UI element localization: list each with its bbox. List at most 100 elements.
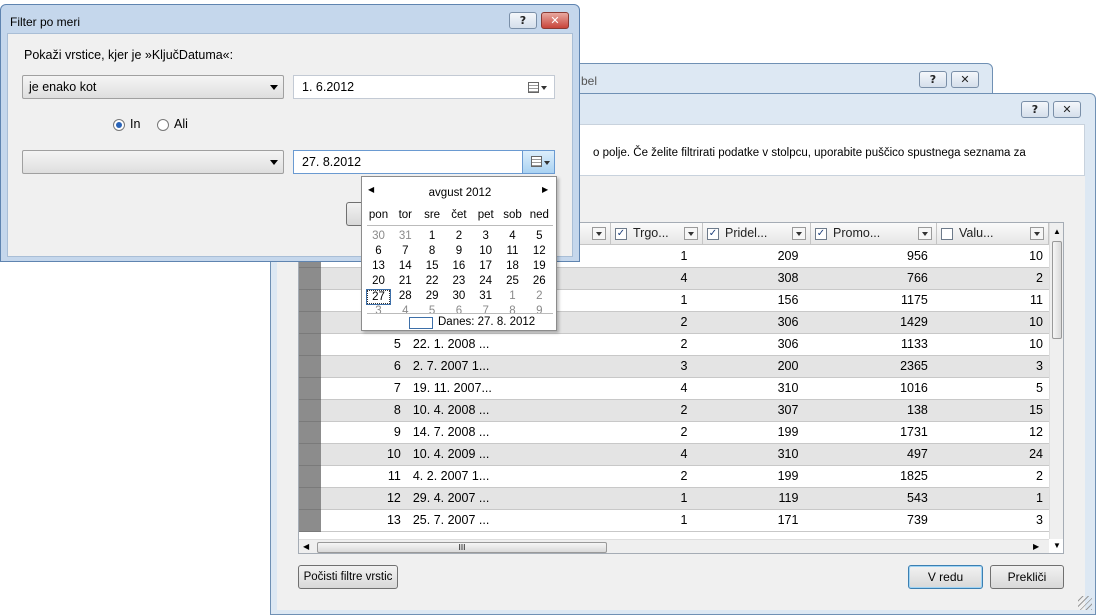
calendar-day[interactable]: 8: [419, 245, 446, 257]
column-pridelek-filter-arrow[interactable]: [792, 227, 806, 240]
background-close-button[interactable]: ✕: [951, 71, 979, 88]
table-row[interactable]: 5 22. 1. 2008 ... 2 306 1133 10: [299, 333, 1049, 356]
reset-filters-button[interactable]: Počisti filtre vrstic: [298, 565, 398, 589]
table-row[interactable]: 7 19. 11. 2007... 4 310 1016 5: [299, 377, 1049, 400]
calendar-day[interactable]: 7: [392, 245, 419, 257]
calendar-day[interactable]: 1: [419, 230, 446, 242]
column-trgovina-filter-arrow[interactable]: [684, 227, 698, 240]
horizontal-scroll-thumb[interactable]: III: [317, 542, 607, 553]
today-label[interactable]: Danes: 27. 8. 2012: [438, 316, 535, 328]
calendar-day[interactable]: 11: [499, 245, 526, 257]
background-help-button[interactable]: ?: [919, 71, 947, 88]
column-trgovina-checkbox[interactable]: ✓: [615, 228, 627, 240]
cancel-button[interactable]: Prekliči: [990, 565, 1064, 589]
calendar-day[interactable]: 23: [445, 275, 472, 287]
calendar-day[interactable]: 18: [499, 260, 526, 272]
calendar-day[interactable]: 28: [392, 290, 419, 302]
calendar-day[interactable]: 14: [392, 260, 419, 272]
table-row[interactable]: 13 25. 7. 2007 ... 1 171 739 3: [299, 509, 1049, 532]
column-promocija-checkbox[interactable]: ✓: [815, 228, 827, 240]
calendar-day[interactable]: 1: [499, 290, 526, 302]
row-header[interactable]: [299, 355, 321, 378]
table-row[interactable]: 8 10. 4. 2008 ... 2 307 138 15: [299, 399, 1049, 422]
calendar-day[interactable]: 3: [365, 305, 392, 317]
calendar-day[interactable]: 9: [445, 245, 472, 257]
calendar-day[interactable]: 26: [526, 275, 553, 287]
column-promocija-filter-arrow[interactable]: [918, 227, 932, 240]
row-header[interactable]: [299, 487, 321, 510]
table-row[interactable]: 9 14. 7. 2008 ... 2 199 1731 12: [299, 421, 1049, 444]
calendar-day[interactable]: 22: [419, 275, 446, 287]
calendar-dropdown-icon[interactable]: [528, 81, 548, 94]
horizontal-scrollbar[interactable]: ◀ III ▶: [299, 539, 1049, 553]
row-header[interactable]: [299, 267, 321, 290]
radio-and[interactable]: [113, 119, 125, 131]
calendar-day[interactable]: 20: [365, 275, 392, 287]
calendar-day[interactable]: 2: [445, 230, 472, 242]
row-header[interactable]: [299, 311, 321, 334]
column-header-pridelek[interactable]: ✓ Pridel...: [703, 223, 811, 245]
column-header-valuta[interactable]: Valu...: [937, 223, 1049, 245]
operator1-select[interactable]: je enako kot: [22, 75, 284, 99]
today-swatch[interactable]: [409, 317, 433, 329]
calendar-day[interactable]: 17: [472, 260, 499, 272]
radio-or-label[interactable]: Ali: [174, 117, 188, 131]
operator2-select[interactable]: [22, 150, 284, 174]
calendar-day[interactable]: 30: [445, 290, 472, 302]
calendar-day[interactable]: 15: [419, 260, 446, 272]
calendar-day[interactable]: 12: [526, 245, 553, 257]
scroll-left-arrow[interactable]: ◀: [303, 542, 309, 551]
calendar-day[interactable]: 4: [499, 230, 526, 242]
calendar-day[interactable]: 16: [445, 260, 472, 272]
row-header[interactable]: [299, 333, 321, 356]
calendar-day[interactable]: 29: [419, 290, 446, 302]
row-header[interactable]: [299, 509, 321, 532]
resize-grip[interactable]: [1078, 596, 1092, 610]
calendar-day[interactable]: 25: [499, 275, 526, 287]
calendar-day[interactable]: 30: [365, 230, 392, 242]
row-header[interactable]: [299, 377, 321, 400]
calendar-day[interactable]: 19: [526, 260, 553, 272]
table-row[interactable]: 12 29. 4. 2007 ... 1 119 543 1: [299, 487, 1049, 510]
filter-close-button[interactable]: ✕: [541, 12, 569, 29]
main-close-button[interactable]: ✕: [1053, 101, 1081, 118]
ok-button[interactable]: V redu: [908, 565, 983, 589]
radio-or[interactable]: [157, 119, 169, 131]
radio-and-label[interactable]: In: [130, 117, 140, 131]
column-a-filter-arrow[interactable]: [592, 227, 606, 240]
date1-picker[interactable]: 1. 6.2012: [293, 75, 555, 99]
vertical-scroll-thumb[interactable]: [1052, 241, 1062, 339]
row-header[interactable]: [299, 443, 321, 466]
calendar-dropdown-icon-active[interactable]: [522, 151, 554, 173]
vertical-scrollbar[interactable]: ▲ ▼: [1049, 223, 1063, 550]
row-header[interactable]: [299, 289, 321, 312]
scroll-right-arrow[interactable]: ▶: [1033, 542, 1039, 551]
column-header-trgovina[interactable]: ✓ Trgo...: [611, 223, 703, 245]
calendar-day[interactable]: 4: [392, 305, 419, 317]
calendar-day[interactable]: 31: [392, 230, 419, 242]
main-help-button[interactable]: ?: [1021, 101, 1049, 118]
row-header[interactable]: [299, 421, 321, 444]
calendar-day[interactable]: 31: [472, 290, 499, 302]
date2-picker[interactable]: 27. 8.2012: [293, 150, 555, 174]
calendar-day[interactable]: 21: [392, 275, 419, 287]
calendar-month-title[interactable]: avgust 2012: [362, 187, 558, 199]
column-valuta-filter-arrow[interactable]: [1030, 227, 1044, 240]
filter-help-button[interactable]: ?: [509, 12, 537, 29]
calendar-day[interactable]: 2: [526, 290, 553, 302]
calendar-day[interactable]: 3: [472, 230, 499, 242]
table-row[interactable]: 10 10. 4. 2009 ... 4 310 497 24: [299, 443, 1049, 466]
table-row[interactable]: 11 4. 2. 2007 1... 2 199 1825 2: [299, 465, 1049, 488]
column-valuta-checkbox[interactable]: [941, 228, 953, 240]
next-month-arrow[interactable]: ▶: [542, 185, 548, 194]
calendar-day[interactable]: 13: [365, 260, 392, 272]
row-header[interactable]: [299, 465, 321, 488]
calendar-day-selected[interactable]: 27: [366, 289, 391, 305]
calendar-day[interactable]: 10: [472, 245, 499, 257]
row-header[interactable]: [299, 399, 321, 422]
calendar-day[interactable]: 6: [365, 245, 392, 257]
calendar-day[interactable]: 5: [526, 230, 553, 242]
scroll-down-arrow[interactable]: ▼: [1053, 541, 1061, 550]
column-pridelek-checkbox[interactable]: ✓: [707, 228, 719, 240]
scroll-up-arrow[interactable]: ▲: [1053, 227, 1061, 236]
